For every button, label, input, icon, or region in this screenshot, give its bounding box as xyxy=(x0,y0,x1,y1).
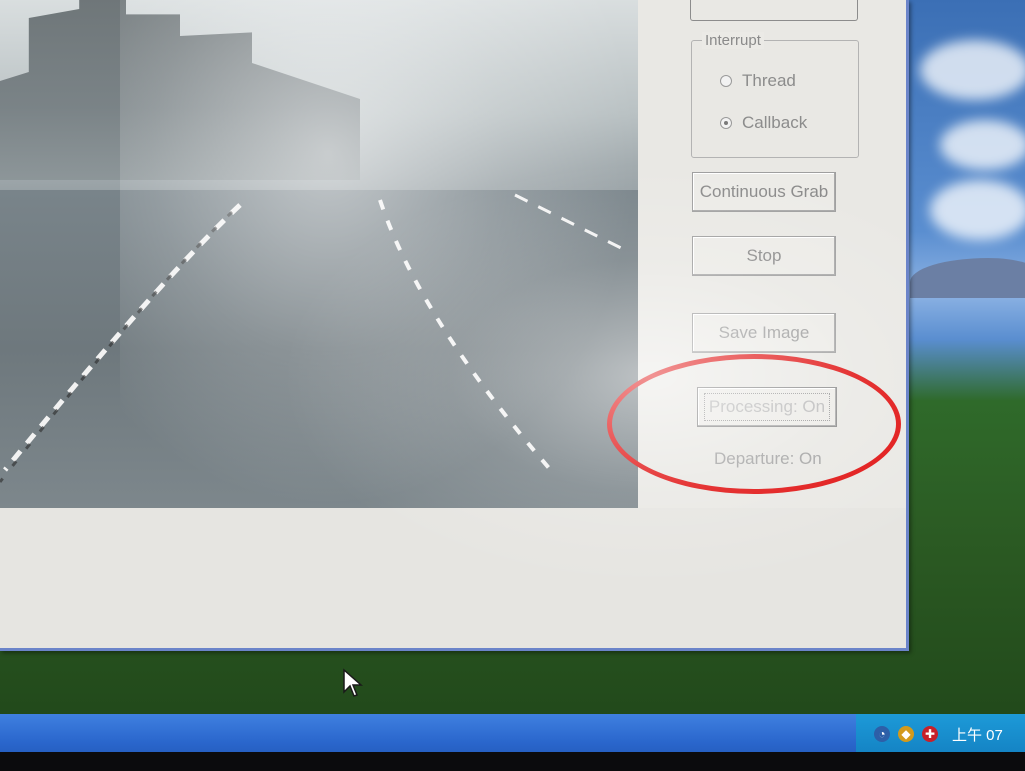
network-icon[interactable]: ◆ xyxy=(898,726,914,742)
mouse-cursor-icon xyxy=(343,668,363,697)
interrupt-groupbox: Interrupt Thread Callback xyxy=(691,32,859,158)
security-shield-icon[interactable]: ✚ xyxy=(922,726,938,742)
radio-thread-label: Thread xyxy=(742,71,796,90)
save-image-button[interactable]: Save Image xyxy=(692,313,836,353)
radio-button-icon[interactable] xyxy=(720,75,732,87)
continuous-grab-button[interactable]: Continuous Grab xyxy=(692,172,836,212)
system-tray: ◔ ◆ ✚ 上午 07 xyxy=(856,714,1025,754)
camera-video-feed xyxy=(0,0,638,508)
tray-clock[interactable]: 上午 07 xyxy=(952,724,1003,745)
radio-callback-label: Callback xyxy=(742,113,808,132)
stop-button[interactable]: Stop xyxy=(692,236,836,276)
volume-icon[interactable]: ◔ xyxy=(874,726,890,742)
interrupt-legend: Interrupt xyxy=(702,32,764,49)
window-bottom-panel xyxy=(0,508,906,648)
top-button-partial[interactable] xyxy=(690,0,858,21)
red-highlight-circle xyxy=(607,354,901,494)
radio-thread[interactable]: Thread xyxy=(720,71,796,91)
radio-callback[interactable]: Callback xyxy=(720,113,807,133)
monitor-bezel xyxy=(0,752,1025,771)
lane-detection-app-window: Interrupt Thread Callback Continuous Gra… xyxy=(0,0,909,651)
radio-button-checked-icon[interactable] xyxy=(720,117,732,129)
